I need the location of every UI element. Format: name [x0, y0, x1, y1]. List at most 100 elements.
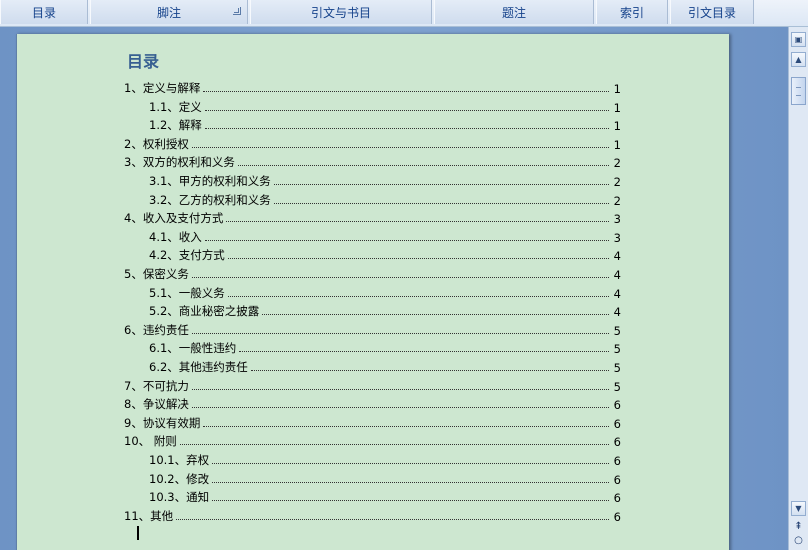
toc-page-number: 2: [613, 156, 621, 171]
toc-entry[interactable]: 5、保密义务 4: [124, 264, 621, 282]
toc-leader-dots: [191, 276, 609, 278]
toc-entry[interactable]: 6.1、一般性违约 5: [149, 338, 621, 356]
toc-leader-dots: [262, 313, 609, 316]
previous-page-icon[interactable]: ⇞: [793, 521, 804, 532]
toc-entry[interactable]: 10.1、弃权 6: [149, 450, 621, 468]
toc-leader-dots: [179, 443, 609, 446]
dialog-launcher-icon[interactable]: [233, 7, 241, 15]
ribbon-group-label: 目录: [31, 5, 56, 20]
toc-entry-text: 10.2、修改: [149, 471, 210, 486]
toc-entry[interactable]: 1.1、定义 1: [149, 97, 621, 115]
toc-leader-dots: [203, 425, 609, 427]
toc-leader-dots: [273, 202, 609, 204]
toc-entry[interactable]: 3.1、甲方的权利和义务 2: [149, 171, 621, 189]
toc-entry[interactable]: 6、违约责任 5: [124, 320, 621, 338]
toc-leader-dots: [204, 239, 609, 241]
toc-page-number: 6: [613, 398, 621, 413]
toc-page-number: 5: [613, 361, 621, 375]
toc-entry[interactable]: 9、协议有效期 6: [124, 413, 621, 431]
toc-entry[interactable]: 4、收入及支付方式 3: [124, 208, 621, 226]
toc-entry-text: 6.2、其他违约责任: [149, 360, 248, 374]
toc-entry[interactable]: 11、其他 6: [124, 506, 621, 524]
toc-entry[interactable]: 8、争议解决 6: [124, 394, 621, 412]
toc-page-number: 2: [613, 175, 621, 189]
ribbon-group-labels: 目录 脚注 引文与书目 题注 索引 引文目录: [0, 0, 808, 27]
vertical-scrollbar[interactable]: ▣ ▲ ▼ ⇞ ○: [788, 27, 808, 550]
toc-entry-text: 7、不可抗力: [124, 378, 189, 393]
toc-page-number: 6: [613, 435, 621, 450]
toc-entry[interactable]: 5.1、一般义务 4: [149, 283, 621, 301]
toc-entry-text: 10.1、弃权: [149, 453, 210, 467]
ribbon-group-label: 引文目录: [687, 5, 736, 20]
toc-entry[interactable]: 1、定义与解释 1: [124, 78, 621, 96]
document-page[interactable]: 目录 1、定义与解释 1 1.1、定义 1 1.2、解释 1 2、权利授权 1 3、双方的权利和…: [16, 34, 729, 550]
toc-entry-text: 1.1、定义: [149, 99, 202, 114]
select-browse-object-icon[interactable]: ○: [793, 535, 804, 546]
ribbon-group-citations[interactable]: 引文与书目: [250, 0, 432, 24]
toc-entry[interactable]: 10.2、修改 6: [149, 469, 621, 487]
toc-entry-text: 11、其他: [124, 508, 174, 523]
toc-leader-dots: [250, 369, 609, 371]
toc-leader-dots: [176, 518, 609, 520]
toc-entry-text: 10、 附则: [124, 434, 177, 449]
toc-entry[interactable]: 4.2、支付方式 4: [149, 245, 621, 263]
toc-leader-dots: [203, 90, 609, 92]
toc-entry-text: 3、双方的权利和义务: [124, 155, 235, 170]
toc-page-number: 6: [613, 509, 621, 524]
toc-entry[interactable]: 1.2、解释 1: [149, 115, 621, 133]
toc-leader-dots: [237, 164, 609, 167]
toc-entry[interactable]: 6.2、其他违约责任 5: [149, 357, 621, 375]
toc-page-number: 4: [613, 286, 621, 301]
toc-entry-text: 5、保密义务: [124, 267, 189, 281]
toc-entry-text: 5.2、商业秘密之披露: [149, 304, 260, 319]
toc-entry-text: 10.3、通知: [149, 490, 210, 505]
text-cursor: [137, 526, 139, 540]
toc-entry-text: 4.1、收入: [149, 229, 202, 244]
toc-page-number: 6: [613, 472, 621, 487]
toc-leader-dots: [227, 257, 609, 260]
ribbon-group-table-of-authorities[interactable]: 引文目录: [670, 0, 754, 24]
toc-page-number: 6: [613, 491, 621, 506]
toc-entry-text: 5.1、一般义务: [149, 285, 225, 300]
toc-entry-text: 2、权利授权: [124, 136, 189, 151]
toc-entry[interactable]: 10.3、通知 6: [149, 487, 621, 505]
toc-leader-dots: [191, 406, 609, 409]
toc-entry[interactable]: 4.1、收入 3: [149, 227, 621, 245]
toc-page-number: 4: [613, 268, 621, 282]
ribbon-group-label: 题注: [501, 5, 526, 20]
ribbon-group-label: 脚注: [156, 5, 181, 20]
scroll-down-arrow-icon[interactable]: ▼: [791, 501, 806, 516]
toc-page-number: 1: [613, 82, 621, 96]
toc-entry[interactable]: 3.2、乙方的权利和义务 2: [149, 190, 621, 208]
toc-page-number: 3: [613, 212, 621, 227]
toc-entry[interactable]: 2、权利授权 1: [124, 134, 621, 152]
toc-page-number: 1: [613, 119, 621, 134]
toc-leader-dots: [212, 462, 609, 464]
ribbon-group-label: 引文与书目: [310, 5, 371, 20]
toc-entry-text: 3.1、甲方的权利和义务: [149, 174, 271, 188]
toc-entry[interactable]: 5.2、商业秘密之披露 4: [149, 301, 621, 319]
ruler-toggle-icon[interactable]: ▣: [791, 32, 806, 47]
toc-entry[interactable]: 7、不可抗力 5: [124, 376, 621, 394]
ribbon-group-footnotes[interactable]: 脚注: [90, 0, 248, 24]
toc-leader-dots: [227, 295, 609, 297]
toc-entry-text: 6、违约责任: [124, 322, 189, 337]
scrollbar-thumb[interactable]: [791, 77, 806, 105]
toc-page-number: 1: [613, 137, 621, 152]
ribbon-group-captions[interactable]: 题注: [434, 0, 594, 24]
toc-leader-dots: [239, 350, 609, 353]
ribbon-group-index[interactable]: 索引: [596, 0, 668, 24]
toc-entry-text: 8、争议解决: [124, 397, 189, 412]
toc-entry[interactable]: 10、 附则 6: [124, 431, 621, 449]
toc-page-number: 4: [613, 249, 621, 264]
toc-leader-dots: [212, 499, 609, 502]
scroll-up-arrow-icon[interactable]: ▲: [791, 52, 806, 67]
toc-page-number: 3: [613, 230, 621, 245]
toc-page-number: 5: [613, 323, 621, 338]
toc-page-number: 4: [613, 305, 621, 320]
toc-entry-text: 1.2、解释: [149, 118, 202, 133]
toc-entry-text: 6.1、一般性违约: [149, 341, 237, 356]
ribbon-group-toc[interactable]: 目录: [0, 0, 88, 24]
toc-page-number: 2: [613, 193, 621, 208]
toc-entry[interactable]: 3、双方的权利和义务 2: [124, 152, 621, 170]
